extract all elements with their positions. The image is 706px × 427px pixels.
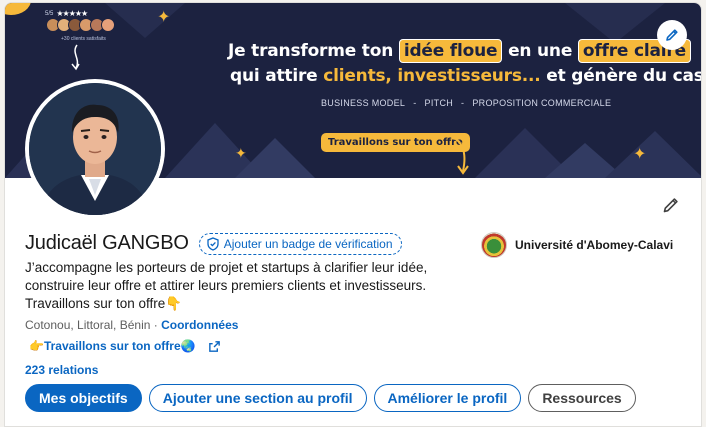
name-row: Judicaël GANGBO Ajouter un badge de véri… [25, 232, 402, 255]
profile-photo[interactable] [25, 79, 165, 219]
location-text: Cotonou, Littoral, Bénin [25, 318, 151, 332]
banner-text: Je transforme ton [228, 41, 394, 61]
location-row: Cotonou, Littoral, Bénin · Coordonnées [25, 318, 238, 332]
client-avatar [101, 18, 115, 32]
sparkle-icon: ✦ [157, 9, 171, 26]
pencil-icon [666, 29, 678, 41]
client-avatars [46, 18, 115, 32]
banner-tag: PROPOSITION COMMERCIALE [472, 98, 612, 108]
banner-tag-separator: - [461, 98, 465, 108]
edit-cover-button[interactable] [657, 20, 687, 50]
star-icons: ★★★★★ [56, 9, 88, 18]
connections-link[interactable]: 223 relations [25, 363, 98, 377]
banner-text: et génère du cash. [546, 66, 701, 86]
banner-tag: PITCH [424, 98, 454, 108]
rating-stars: 5/5 ★★★★★ [45, 9, 88, 18]
profile-name: Judicaël GANGBO [25, 232, 189, 254]
banner-text: qui attire [230, 66, 324, 86]
pencil-icon [663, 198, 678, 213]
banner-tag: BUSINESS MODEL [321, 98, 406, 108]
rating-prefix: 5/5 [45, 10, 54, 17]
curved-arrow-icon [71, 44, 80, 71]
edit-intro-button[interactable] [659, 193, 683, 217]
banner-text: en une [508, 41, 573, 61]
my-goals-button[interactable]: Mes objectifs [25, 384, 142, 412]
website-link[interactable]: 👉Travaillons sur ton offre🌏 [29, 339, 196, 353]
banner-tag-separator: - [413, 98, 417, 108]
avatar-illustration [29, 83, 161, 215]
external-link-icon[interactable] [208, 340, 221, 353]
separator: · [153, 318, 158, 332]
education-university[interactable]: Université d'Abomey-Calavi [481, 232, 673, 258]
banner-headline-line2: qui attire clients, investisseurs... et … [230, 66, 701, 86]
add-profile-section-button[interactable]: Ajouter une section au profil [148, 384, 367, 412]
banner-highlight: clients, investisseurs... [323, 66, 541, 86]
university-logo-icon [481, 232, 507, 258]
university-name: Université d'Abomey-Calavi [515, 238, 674, 252]
avatar [29, 83, 161, 215]
profile-headline: J’accompagne les porteurs de projet et s… [25, 260, 428, 311]
improve-profile-button[interactable]: Améliorer le profil [373, 384, 522, 412]
profile-actions: Mes objectifs Ajouter une section au pro… [25, 384, 636, 412]
banner-highlight: idée floue [398, 39, 503, 63]
resources-button[interactable]: Ressources [528, 384, 636, 412]
website-row: 👉Travaillons sur ton offre🌏 [29, 339, 221, 353]
curved-arrow-icon [446, 134, 469, 175]
contact-info-link[interactable]: Coordonnées [161, 318, 238, 332]
sparkle-icon: ✦ [235, 145, 247, 161]
banner-tags: BUSINESS MODEL - PITCH - PROPOSITION COMMERC… [317, 98, 615, 108]
sparkle-icon: ✦ [633, 146, 647, 163]
shield-check-icon [207, 236, 219, 251]
clients-caption: +30 clients satisfaits [61, 36, 106, 42]
verify-badge-label: Ajouter un badge de vérification [223, 236, 393, 251]
banner-headline-line1: Je transforme ton idée floue en une offr… [228, 39, 691, 63]
add-verification-badge-button[interactable]: Ajouter un badge de vérification [198, 232, 402, 255]
profile-card: 5/5 ★★★★★ +30 clients satisfaits ✦ ✦ ✦ J… [4, 2, 702, 427]
